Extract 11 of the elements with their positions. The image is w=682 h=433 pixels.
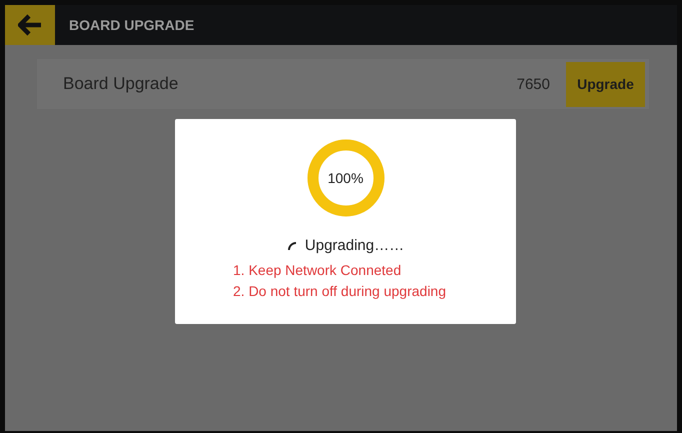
spinner-icon	[286, 240, 297, 250]
warning-note: 1. Keep Network Conneted	[233, 262, 402, 278]
board-upgrade-label: Board Upgrade	[63, 74, 180, 94]
status-text: Upgrading……	[304, 237, 404, 254]
page-title: BOARD UPGRADE	[69, 17, 194, 33]
progress-percent: 100%	[328, 170, 364, 186]
warning-note: 2. Do not turn off during upgrading	[233, 283, 446, 299]
version-number: 7650	[516, 76, 550, 92]
upgrade-button[interactable]: Upgrade	[566, 62, 645, 106]
back-button[interactable]	[5, 5, 55, 45]
back-arrow-icon	[18, 14, 42, 36]
